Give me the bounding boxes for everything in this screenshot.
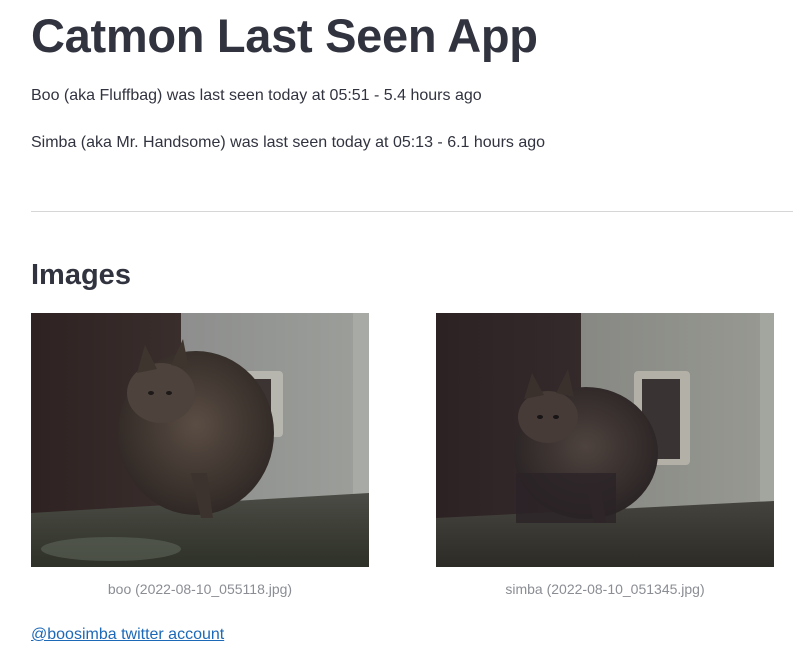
twitter-account-link[interactable]: @boosimba twitter account xyxy=(31,626,224,644)
divider xyxy=(31,211,793,212)
images-heading: Images xyxy=(31,259,131,291)
boo-last-seen-text: Boo (aka Fluffbag) was last seen today a… xyxy=(31,87,482,104)
boo-cat-photo xyxy=(31,313,369,567)
page-title: Catmon Last Seen App xyxy=(31,9,538,62)
boo-image-figure: boo (2022-08-10_055118.jpg) xyxy=(31,313,369,597)
simba-last-seen-text: Simba (aka Mr. Handsome) was last seen t… xyxy=(31,134,546,151)
simba-image-caption: simba (2022-08-10_051345.jpg) xyxy=(505,581,705,597)
simba-image-figure: simba (2022-08-10_051345.jpg) xyxy=(436,313,774,597)
simba-cat-photo xyxy=(436,313,774,567)
boo-image-caption: boo (2022-08-10_055118.jpg) xyxy=(107,581,293,597)
